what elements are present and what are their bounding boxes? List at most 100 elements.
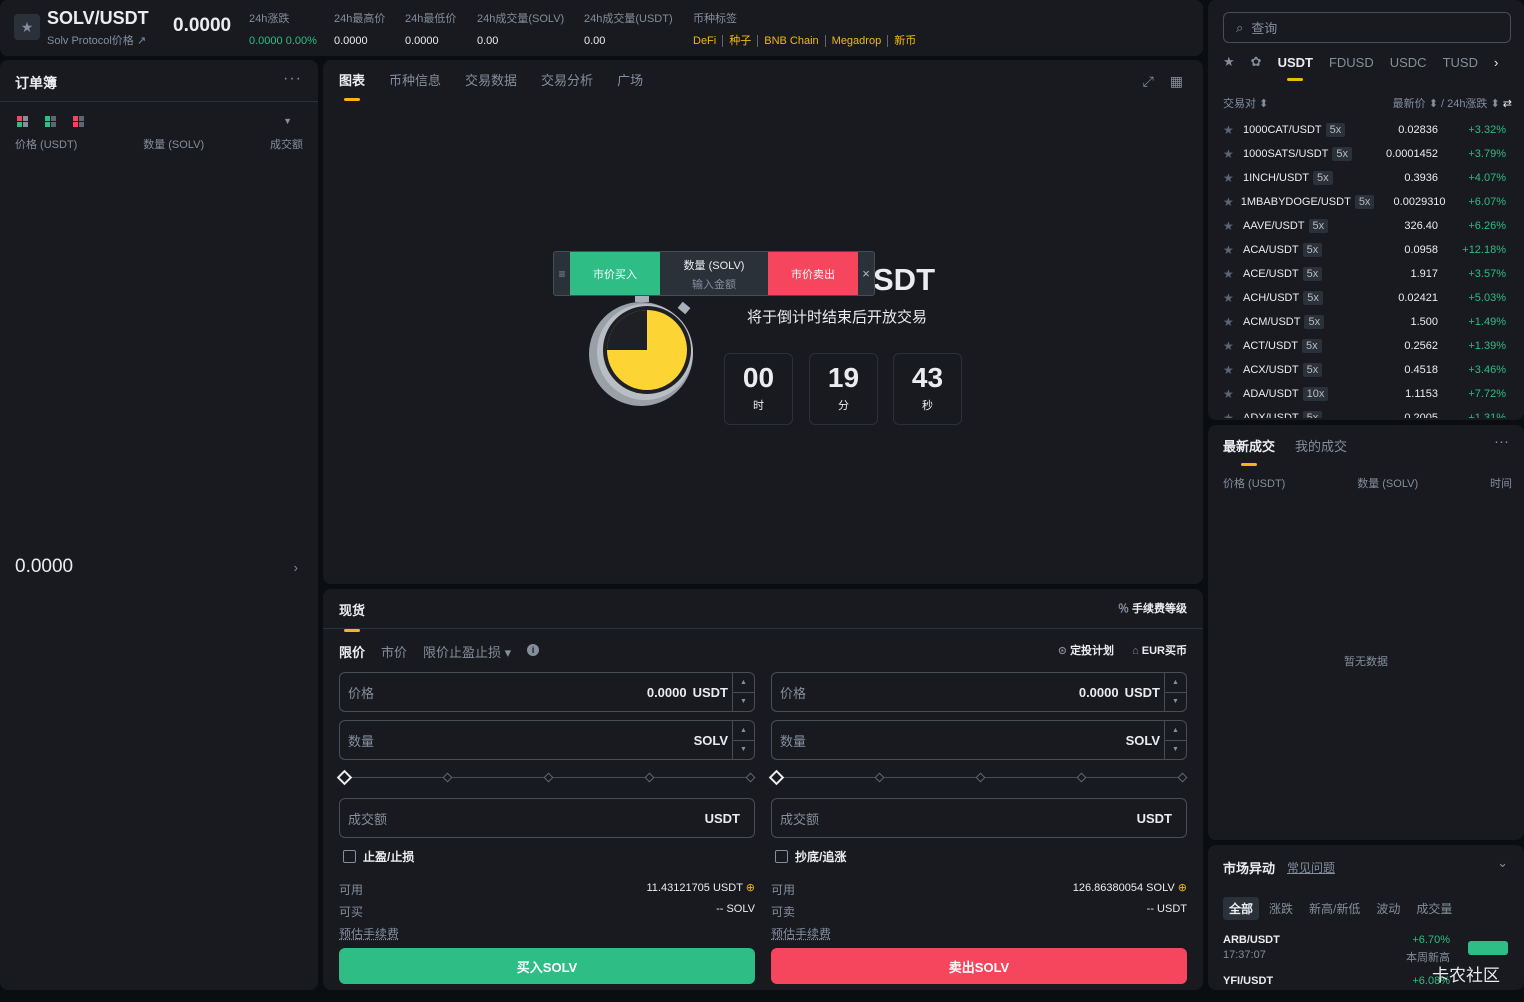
star-icon[interactable]: ★ [1223,195,1241,209]
sell-qty-input[interactable]: 数量 SOLV ▲ ▼ [771,720,1187,760]
sort-price-change[interactable]: 最新价 ⬍ / 24h涨跌 ⬍ ⇄ [1393,95,1512,111]
orderbook-asks-icon[interactable] [73,116,84,127]
price-stepper[interactable]: ▲ ▼ [732,673,754,711]
buy-percent-slider[interactable] [336,768,756,788]
leverage-badge: 5x [1302,363,1323,377]
market-row[interactable]: ★ ACH/USDT 5x 0.02421 +5.03% [1223,286,1506,310]
eur-buy-link[interactable]: ⌂ EUR买币 [1132,642,1187,658]
tab-square[interactable]: 广场 [617,70,643,101]
add-funds-icon[interactable]: ⊕ [746,882,755,894]
tab-trading-analysis[interactable]: 交易分析 [541,70,593,101]
buy-total-input[interactable]: 成交额 USDT [339,798,755,838]
tab-volume[interactable]: 成交量 [1410,897,1458,920]
tab-chart[interactable]: 图表 [339,70,365,101]
buy-qty-input[interactable]: 数量 SOLV ▲ ▼ [339,720,755,760]
sell-percent-slider[interactable] [768,768,1188,788]
auto-invest-link[interactable]: ⊙ 定投计划 [1058,642,1114,658]
orderbook-both-icon[interactable] [17,116,28,127]
tab-stop-limit[interactable]: 限价止盈止损 ▾ [423,642,511,661]
star-icon[interactable]: ★ [1223,267,1243,281]
tag-megadrop[interactable]: Megadrop [826,35,889,47]
market-row[interactable]: ★ 1000CAT/USDT 5x 0.02836 +3.32% [1223,118,1506,142]
favorites-star-icon[interactable]: ★ [1223,54,1235,70]
chevron-right-icon[interactable]: › [1494,55,1498,70]
sort-pair[interactable]: 交易对 ⬍ [1223,95,1268,111]
sell-button[interactable]: 卖出SOLV [771,948,1187,984]
star-icon[interactable]: ★ [1223,123,1243,137]
star-icon[interactable]: ★ [1223,291,1243,305]
market-row[interactable]: ★ ACM/USDT 5x 1.500 +1.49% [1223,310,1506,334]
market-row[interactable]: ★ ADA/USDT 10x 1.1153 +7.72% [1223,382,1506,406]
price-stepper[interactable]: ▲ ▼ [1164,673,1186,711]
search-input[interactable]: ⌕ 查询 [1223,12,1511,43]
add-funds-icon[interactable]: ⊕ [1178,882,1187,894]
fee-level-link[interactable]: ％ 手续费等级 [1118,600,1187,616]
symbol-subtitle-link[interactable]: Solv Protocol价格 ↗ [47,32,146,48]
close-icon[interactable]: × [858,252,874,295]
mover-row[interactable]: ARB/USDT 17:37:07 +6.70% 本周新高 [1223,934,1508,964]
star-icon[interactable]: ★ [1223,339,1243,353]
star-icon[interactable]: ★ [1223,219,1243,233]
faq-link[interactable]: 常见问题 [1287,859,1335,876]
expand-icon[interactable]: ⤢ [1143,73,1154,90]
chevron-right-icon[interactable]: › [294,560,298,575]
layout-grid-icon[interactable]: ▦ [1170,73,1183,90]
collapse-icon[interactable]: ⌄ [1497,855,1508,871]
tab-all[interactable]: 全部 [1223,897,1260,920]
tab-usdt[interactable]: USDT [1278,55,1313,81]
qty-stepper[interactable]: ▲ ▼ [732,721,754,759]
movers-title: 市场异动 [1223,861,1276,876]
market-row[interactable]: ★ ACA/USDT 5x 0.0958 +12.18% [1223,238,1506,262]
more-icon[interactable]: ··· [1494,433,1509,450]
star-icon[interactable]: ★ [1223,411,1243,418]
info-icon[interactable]: i [527,644,540,656]
tab-trading-data[interactable]: 交易数据 [465,70,517,101]
market-row[interactable]: ★ ADX/USDT 5x 0.2005 +1.31% [1223,406,1506,418]
tab-fdusd[interactable]: FDUSD [1329,55,1374,70]
market-row[interactable]: ★ 1INCH/USDT 5x 0.3936 +4.07% [1223,166,1506,190]
precision-dropdown-icon[interactable]: ▼ [283,116,292,126]
market-row[interactable]: ★ ACE/USDT 5x 1.917 +3.57% [1223,262,1506,286]
star-icon[interactable]: ★ [1223,315,1243,329]
tab-my-trades[interactable]: 我的成交 [1295,436,1347,455]
tab-coin-info[interactable]: 币种信息 [389,70,441,101]
tab-usdc[interactable]: USDC [1390,55,1427,70]
star-icon[interactable]: ★ [1223,363,1243,377]
orderbook-bids-icon[interactable] [45,116,56,127]
quick-qty-input[interactable]: 数量 (SOLV) 输入金额 [660,252,768,295]
tab-tusd[interactable]: TUSD [1443,55,1478,70]
buy-price-input[interactable]: 价格 0.0000 USDT ▲ ▼ [339,672,755,712]
tag-seed[interactable]: 种子 [723,35,759,47]
buy-dip-checkbox[interactable]: 抄底/追涨 [775,848,1187,865]
tab-volatility[interactable]: 波动 [1370,897,1406,920]
star-icon[interactable]: ★ [1223,171,1243,185]
sell-total-input[interactable]: 成交额 USDT [771,798,1187,838]
market-buy-button[interactable]: 市价买入 [570,252,660,295]
tag-new[interactable]: 新币 [888,35,922,47]
market-sell-button[interactable]: 市价卖出 [768,252,858,295]
sell-price-input[interactable]: 价格 0.0000 USDT ▲ ▼ [771,672,1187,712]
market-row[interactable]: ★ ACX/USDT 5x 0.4518 +3.46% [1223,358,1506,382]
tab-market-trades[interactable]: 最新成交 [1223,436,1275,466]
favorite-star-icon[interactable]: ★ [14,14,40,40]
tab-new-high-low[interactable]: 新高/新低 [1303,897,1366,920]
market-row[interactable]: ★ 1000SATS/USDT 5x 0.0001452 +3.79% [1223,142,1506,166]
tp-sl-checkbox[interactable]: 止盈/止损 [343,848,755,865]
tab-market[interactable]: 市价 [381,642,407,661]
zones-icon[interactable]: ✿ [1251,54,1262,70]
market-row[interactable]: ★ AAVE/USDT 5x 326.40 +6.26% [1223,214,1506,238]
star-icon[interactable]: ★ [1223,243,1243,257]
market-row[interactable]: ★ ACT/USDT 5x 0.2562 +1.39% [1223,334,1506,358]
buy-button[interactable]: 买入SOLV [339,948,755,984]
drag-handle-icon[interactable]: ≡ [554,252,570,295]
tab-change[interactable]: 涨跌 [1263,897,1299,920]
more-icon[interactable]: ··· [283,70,302,88]
tab-spot[interactable]: 现货 [339,600,365,632]
tag-defi[interactable]: DeFi [693,35,724,47]
tab-limit[interactable]: 限价 [339,642,365,661]
market-row[interactable]: ★ 1MBABYDOGE/USDT 5x 0.0029310 +6.07% [1223,190,1506,214]
star-icon[interactable]: ★ [1223,147,1243,161]
star-icon[interactable]: ★ [1223,387,1243,401]
qty-stepper[interactable]: ▲ ▼ [1164,721,1186,759]
tag-bnb-chain[interactable]: BNB Chain [758,35,826,47]
